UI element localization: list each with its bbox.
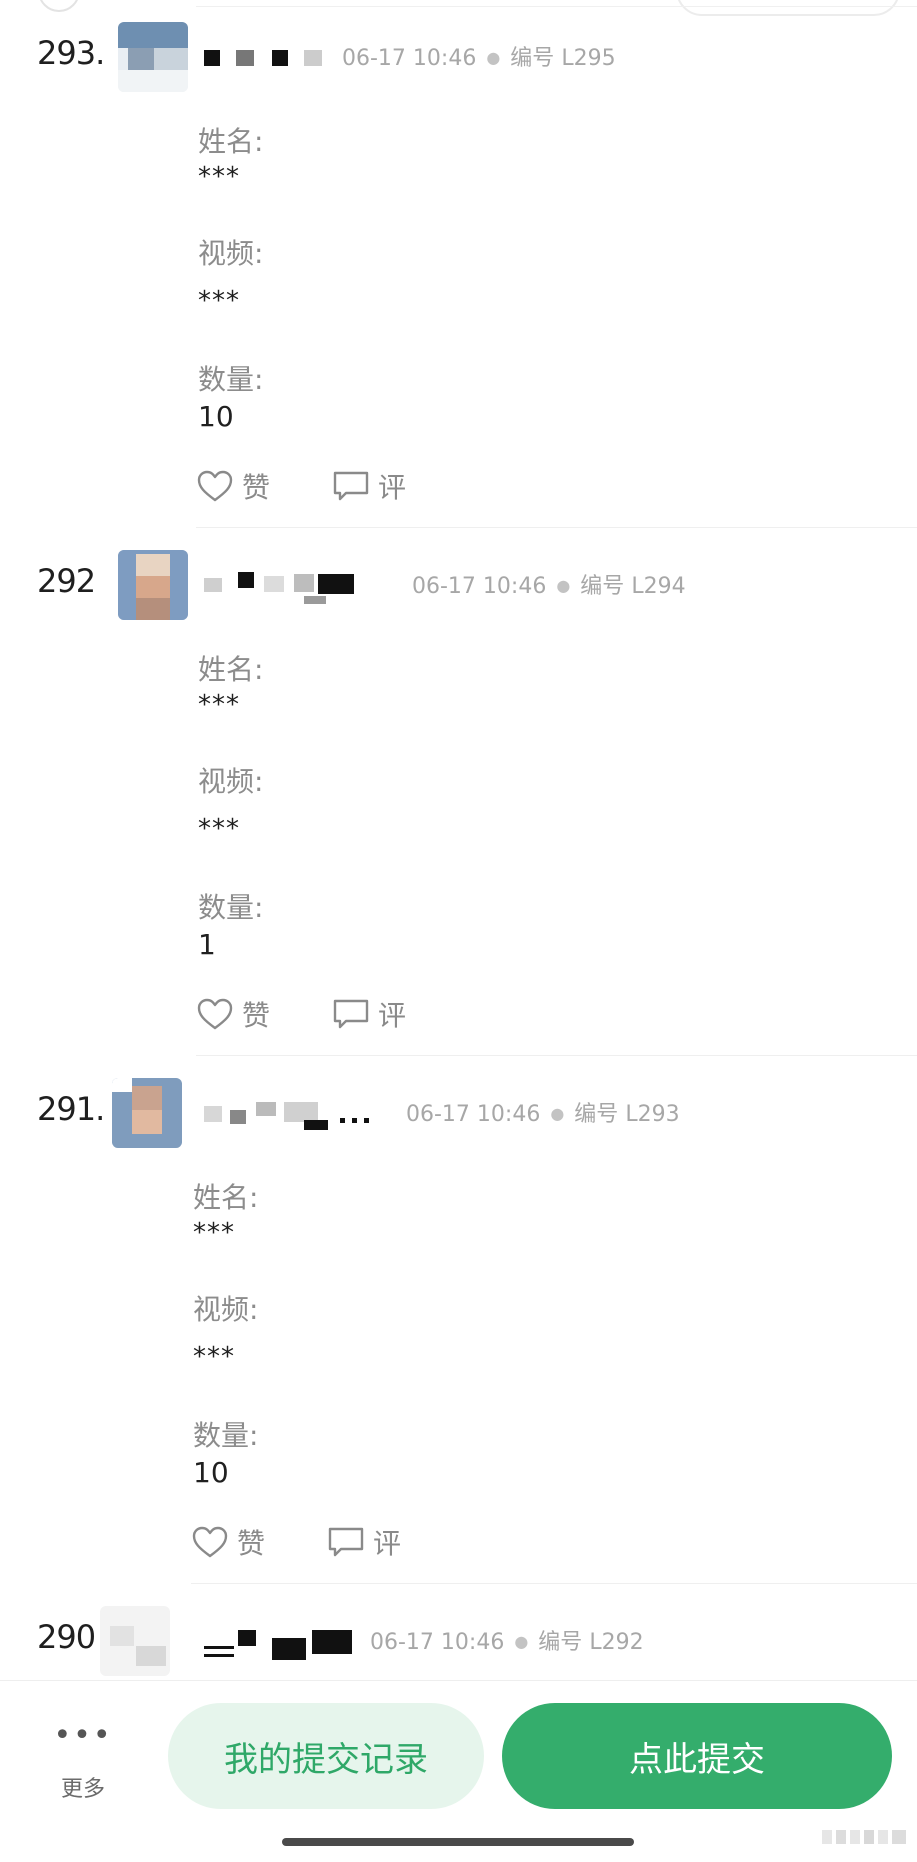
field-label-quantity: 数量: [198, 363, 264, 396]
timestamp: 06-17 10:46 [412, 574, 547, 599]
field-value-video: *** [198, 286, 240, 316]
avatar[interactable] [100, 1606, 170, 1676]
field-value-video: *** [198, 814, 240, 844]
comment-button[interactable]: 评 [327, 1522, 401, 1562]
like-label: 赞 [237, 1527, 266, 1560]
separator-dot: ● [514, 1632, 529, 1651]
nickname-redacted [200, 40, 350, 70]
like-label: 赞 [242, 471, 271, 504]
field-value-quantity: 10 [193, 1456, 229, 1489]
more-button[interactable]: ••• 更多 [48, 1721, 118, 1803]
more-label: 更多 [60, 1777, 105, 1802]
like-label: 赞 [242, 999, 271, 1032]
speech-bubble-icon [333, 999, 369, 1029]
serial-number: L294 [631, 574, 686, 599]
field-value-name: *** [198, 162, 240, 192]
field-label-quantity: 数量: [198, 891, 264, 924]
speech-bubble-icon [328, 1527, 364, 1557]
watermark-logo [822, 1826, 910, 1848]
comment-label: 评 [378, 471, 407, 504]
comment-label: 评 [378, 999, 407, 1032]
comment-button[interactable]: 评 [332, 994, 406, 1034]
like-button[interactable]: 赞 [191, 1522, 265, 1562]
serial-label: 编号 [538, 1630, 583, 1655]
entry-meta: 06-17 10:46 ● 编号 L293 [406, 1096, 680, 1128]
avatar[interactable] [118, 22, 188, 92]
avatar[interactable] [118, 550, 188, 620]
like-button[interactable]: 赞 [196, 994, 270, 1034]
entry-meta: 06-17 10:46 ● 编号 L292 [370, 1624, 644, 1656]
entry-meta: 06-17 10:46 ● 编号 L294 [412, 568, 686, 600]
serial-number: L295 [561, 46, 616, 71]
heart-outline-icon [192, 1526, 228, 1558]
entry-meta: 06-17 10:46 ● 编号 L295 [342, 40, 616, 72]
ellipsis-icon: ••• [53, 1718, 113, 1753]
bottom-action-bar: ••• 更多 我的提交记录 点此提交 [0, 1680, 917, 1831]
timestamp: 06-17 10:46 [406, 1102, 541, 1127]
nickname-redacted [200, 1096, 380, 1130]
list-item[interactable]: 292 06-17 10:46 ● 编号 L294 姓名: *** 视频: *** … [0, 528, 917, 1056]
field-label-quantity: 数量: [193, 1419, 259, 1452]
field-label-video: 视频: [198, 765, 264, 798]
field-label-name: 姓名: [198, 653, 264, 686]
serial-label: 编号 [580, 574, 625, 599]
list-item[interactable]: 293. 06-17 10:46 ● 编号 L295 姓名: *** 视频: ***… [0, 0, 917, 528]
serial-number: L293 [625, 1102, 680, 1127]
separator-dot: ● [556, 576, 571, 595]
field-label-video: 视频: [198, 237, 264, 270]
nickname-redacted [200, 1624, 360, 1660]
field-value-name: *** [193, 1218, 235, 1248]
nickname-redacted [200, 568, 370, 604]
avatar[interactable] [112, 1078, 182, 1148]
heart-outline-icon [197, 998, 233, 1030]
field-value-name: *** [198, 690, 240, 720]
separator-dot: ● [486, 48, 501, 67]
speech-bubble-icon [333, 471, 369, 501]
like-button[interactable]: 赞 [196, 466, 270, 506]
comment-label: 评 [373, 1527, 402, 1560]
field-value-quantity: 1 [198, 928, 216, 961]
entry-index: 292 [37, 562, 96, 600]
submit-button[interactable]: 点此提交 [502, 1703, 892, 1809]
field-label-video: 视频: [193, 1293, 259, 1326]
home-indicator [282, 1838, 634, 1846]
list-item[interactable]: 290 06-17 10:46 ● 编号 L292 [0, 1584, 917, 1680]
serial-number: L292 [589, 1630, 644, 1655]
separator-dot: ● [550, 1104, 565, 1123]
serial-label: 编号 [574, 1102, 619, 1127]
timestamp: 06-17 10:46 [342, 46, 477, 71]
field-label-name: 姓名: [193, 1181, 259, 1214]
field-label-name: 姓名: [198, 125, 264, 158]
timestamp: 06-17 10:46 [370, 1630, 505, 1655]
field-value-video: *** [193, 1342, 235, 1372]
my-submissions-button[interactable]: 我的提交记录 [168, 1703, 484, 1809]
heart-outline-icon [197, 470, 233, 502]
field-value-quantity: 10 [198, 400, 234, 433]
entry-index: 293. [37, 34, 105, 72]
comment-button[interactable]: 评 [332, 466, 406, 506]
list-item[interactable]: 291. 06-17 10:46 ● 编号 L293 姓名: *** 视频: ***… [0, 1056, 917, 1584]
entry-index: 290 [37, 1618, 96, 1656]
serial-label: 编号 [510, 46, 555, 71]
entry-index: 291. [37, 1090, 105, 1128]
